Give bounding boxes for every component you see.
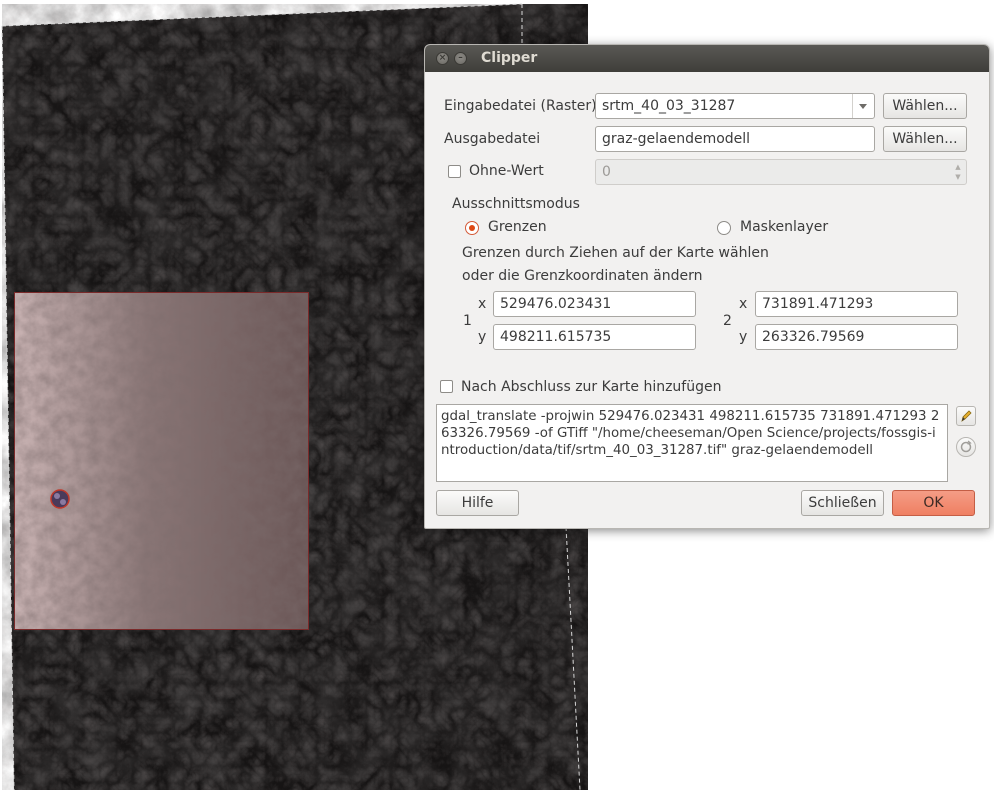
point2-x-input[interactable]: [755, 291, 958, 317]
minimize-icon[interactable]: –: [454, 52, 467, 65]
nodata-value: 0: [602, 164, 611, 180]
point2-label: 2: [723, 313, 732, 329]
chevron-down-icon[interactable]: [852, 94, 874, 118]
help-button[interactable]: Hilfe: [436, 490, 519, 516]
clip-selection-rectangle: [14, 292, 309, 630]
output-browse-button[interactable]: Wählen...: [883, 126, 967, 152]
add-to-map-label: Nach Abschluss zur Karte hinzufügen: [461, 379, 722, 395]
dialog-title: Clipper: [481, 50, 538, 66]
hint-text-line1: Grenzen durch Ziehen auf der Karte wähle…: [462, 245, 769, 261]
input-browse-button[interactable]: Wählen...: [883, 93, 967, 119]
input-file-value: srtm_40_03_31287: [602, 98, 736, 114]
point1-x-input[interactable]: [493, 291, 696, 317]
map-marker-icon: [50, 489, 70, 509]
pencil-icon[interactable]: [956, 406, 976, 426]
mode-extent-radio[interactable]: [465, 221, 479, 235]
add-to-map-checkbox[interactable]: [440, 380, 453, 393]
nodata-checkbox[interactable]: [448, 165, 461, 178]
nodata-spinbox[interactable]: 0 ▲ ▼: [595, 159, 967, 185]
nodata-label: Ohne-Wert: [469, 163, 544, 179]
point1-y-label: y: [478, 329, 487, 345]
clipper-dialog: × – Clipper Eingabedatei (Raster) srtm_4…: [424, 44, 990, 529]
mode-extent-label: Grenzen: [488, 219, 547, 235]
input-file-label: Eingabedatei (Raster): [444, 98, 597, 114]
mode-mask-label: Maskenlayer: [740, 219, 829, 235]
spin-arrows-icon[interactable]: ▲ ▼: [952, 162, 964, 182]
ok-button[interactable]: OK: [892, 490, 975, 516]
point1-x-label: x: [478, 296, 487, 312]
point1-label: 1: [463, 313, 472, 329]
mode-mask-radio[interactable]: [717, 221, 731, 235]
output-file-input[interactable]: [595, 126, 875, 152]
gdal-command-text[interactable]: gdal_translate -projwin 529476.023431 49…: [436, 404, 948, 482]
output-file-label: Ausgabedatei: [444, 131, 541, 147]
dialog-titlebar[interactable]: × – Clipper: [425, 45, 989, 72]
hint-text-line2: oder die Grenzkoordinaten ändern: [462, 268, 703, 284]
close-button[interactable]: Schließen: [801, 490, 884, 516]
input-file-combobox[interactable]: srtm_40_03_31287: [595, 93, 875, 119]
point1-y-input[interactable]: [493, 324, 696, 350]
point2-x-label: x: [739, 296, 748, 312]
close-icon[interactable]: ×: [436, 52, 449, 65]
point2-y-input[interactable]: [755, 324, 958, 350]
point2-y-label: y: [739, 329, 748, 345]
reset-icon[interactable]: [956, 437, 976, 457]
clip-mode-label: Ausschnittsmodus: [452, 196, 580, 212]
